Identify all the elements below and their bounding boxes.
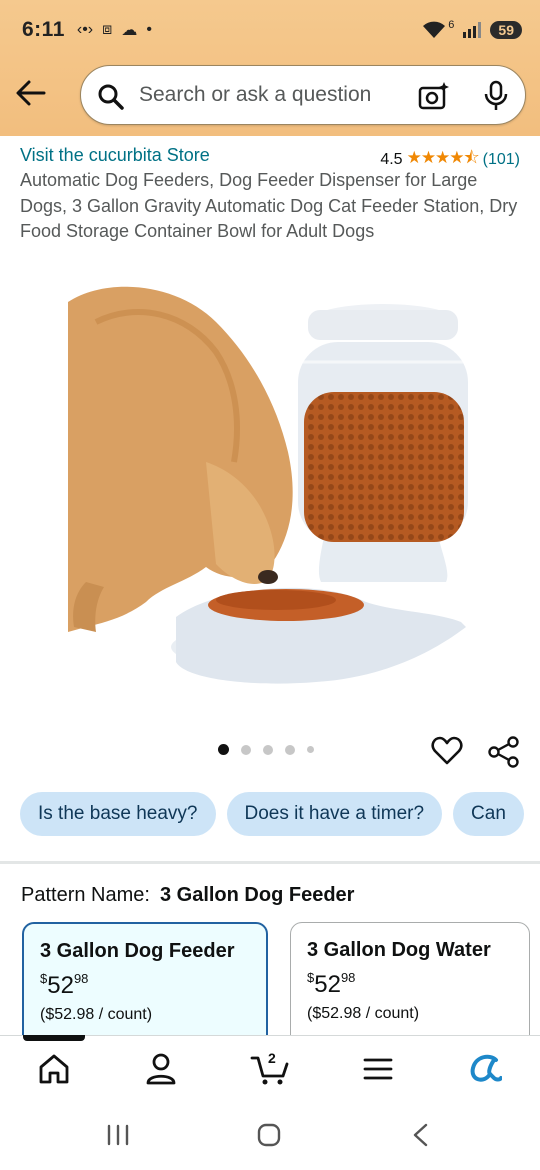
weather-icon: ☁ bbox=[121, 22, 138, 39]
option-name: 3 Gallon Dog Water bbox=[307, 939, 491, 961]
carousel-dot bbox=[285, 744, 295, 755]
option-unit-price: ($52.98 / count) bbox=[40, 1006, 153, 1023]
signal-generation: 6 bbox=[448, 19, 455, 31]
app-header: 6:11 ‹•› ⧈ ☁ • 6 59 Search or ask a ques… bbox=[0, 0, 540, 136]
store-link[interactable]: Visit the cucurbita Store bbox=[20, 145, 210, 166]
notification-dot-icon: • bbox=[146, 21, 152, 38]
system-back-icon[interactable] bbox=[408, 1123, 434, 1147]
system-navigation-bar bbox=[0, 1103, 540, 1170]
option-price: $5298 bbox=[307, 970, 356, 998]
camera-search-icon[interactable] bbox=[417, 80, 451, 112]
carousel-dot bbox=[263, 744, 273, 755]
review-count[interactable]: (101) bbox=[483, 151, 520, 169]
hotspot-icon: ‹•› bbox=[76, 21, 94, 38]
question-chip[interactable]: Does it have a timer? bbox=[226, 792, 443, 836]
section-divider bbox=[0, 861, 540, 864]
question-chip[interactable]: Is the base heavy? bbox=[20, 792, 216, 836]
active-tab-indicator bbox=[23, 1035, 85, 1041]
home-icon[interactable] bbox=[37, 1052, 71, 1086]
share-icon[interactable] bbox=[487, 735, 521, 769]
pattern-selected-value: 3 Gallon Dog Feeder bbox=[159, 884, 355, 906]
search-bar[interactable]: Search or ask a question bbox=[80, 65, 526, 125]
product-image[interactable] bbox=[66, 282, 476, 692]
microphone-icon[interactable] bbox=[483, 80, 509, 112]
rating-value: 4.5 bbox=[380, 150, 403, 168]
option-name: 3 Gallon Dog Feeder bbox=[40, 940, 235, 962]
pattern-label: Pattern Name: bbox=[21, 884, 150, 906]
carousel-dot bbox=[307, 746, 314, 753]
status-bar: 6:11 ‹•› ⧈ ☁ • 6 59 bbox=[22, 14, 522, 46]
carousel-dot bbox=[241, 744, 251, 755]
wifi-icon bbox=[423, 21, 446, 38]
option-unit-price: ($52.98 / count) bbox=[307, 1005, 420, 1022]
heart-icon[interactable] bbox=[431, 735, 463, 767]
cart-count: 2 bbox=[268, 1050, 276, 1066]
question-chip[interactable]: Can bbox=[453, 792, 524, 836]
recent-apps-icon[interactable] bbox=[105, 1123, 131, 1147]
screenshot-icon: ⧈ bbox=[102, 21, 113, 38]
carousel-dot-active bbox=[218, 744, 229, 755]
image-carousel-indicator bbox=[218, 744, 314, 755]
account-icon[interactable] bbox=[145, 1052, 177, 1086]
back-arrow-icon[interactable] bbox=[14, 78, 48, 108]
question-chips: Is the base heavy? Does it have a timer?… bbox=[20, 792, 524, 836]
status-time: 6:11 bbox=[22, 18, 65, 41]
search-icon bbox=[98, 84, 124, 110]
menu-icon[interactable] bbox=[363, 1052, 393, 1086]
product-title: Automatic Dog Feeders, Dog Feeder Dispen… bbox=[20, 170, 518, 241]
pattern-name-row: Pattern Name: 3 Gallon Dog Feeder bbox=[21, 884, 354, 907]
search-placeholder[interactable]: Search or ask a question bbox=[139, 83, 371, 107]
battery-level: 59 bbox=[490, 21, 522, 39]
home-button-icon[interactable] bbox=[256, 1123, 282, 1147]
option-price: $5298 bbox=[40, 971, 89, 999]
status-icons: ‹•› ⧈ ☁ • bbox=[77, 20, 152, 40]
signal-icon bbox=[463, 22, 482, 38]
rufus-icon[interactable] bbox=[468, 1052, 502, 1086]
